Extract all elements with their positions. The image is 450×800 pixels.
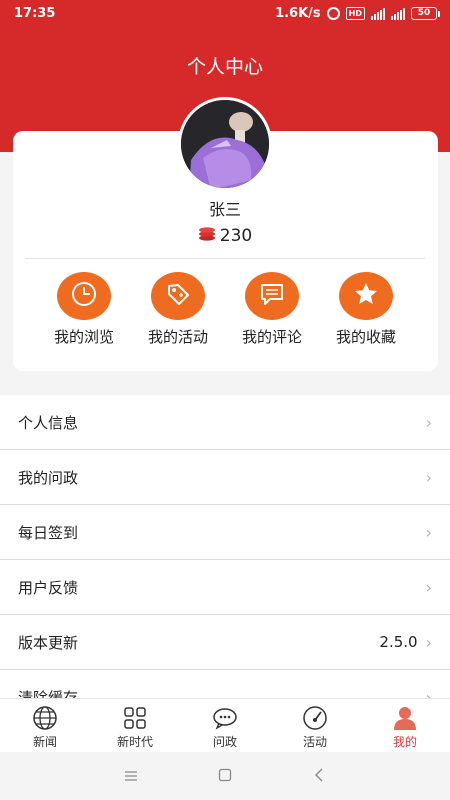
grid-icon <box>121 705 149 731</box>
quick-link-label: 我的评论 <box>241 328 302 346</box>
globe-icon <box>31 705 59 731</box>
avatar[interactable] <box>178 97 272 191</box>
chat-bubble-icon <box>211 705 239 731</box>
battery-icon: 50 <box>411 7 440 20</box>
gauge-icon <box>301 705 329 731</box>
quick-link-label: 我的活动 <box>147 328 208 346</box>
home-nav-button[interactable] <box>213 764 237 788</box>
status-icons: 1.6K/s HD 50 <box>275 6 440 21</box>
menu-item-personal-info[interactable]: 个人信息 › <box>0 395 450 450</box>
battery-level: 50 <box>411 7 437 20</box>
person-icon <box>391 705 419 731</box>
clock-icon <box>70 280 98 312</box>
menu-item-label: 用户反馈 <box>18 578 79 597</box>
quick-link-activity[interactable]: 我的活动 <box>131 272 225 347</box>
quick-link-label: 我的收藏 <box>335 328 396 346</box>
menu-item-label: 个人信息 <box>18 413 79 432</box>
menu-nav-button[interactable] <box>119 764 143 788</box>
quick-link-comments[interactable]: 我的评论 <box>225 272 319 347</box>
comment-icon <box>258 280 286 312</box>
status-bar: 17:35 1.6K/s HD 50 <box>0 0 450 28</box>
bottom-tab-bar: 新闻 新时代 问政 活动 我的 <box>0 698 450 752</box>
quick-links: 我的浏览 我的活动 我的评论 我的收藏 <box>37 272 413 347</box>
system-nav-bar <box>0 752 450 800</box>
net-speed: 1.6K/s <box>275 6 321 21</box>
square-icon <box>218 767 232 786</box>
status-time: 17:35 <box>14 6 56 21</box>
tab-label: 活动 <box>302 735 327 749</box>
settings-menu: 个人信息 › 我的问政 › 每日签到 › 用户反馈 › 版本更新 2.5.0 ›… <box>0 395 450 725</box>
back-chevron-icon <box>314 767 324 786</box>
tab-inquiry[interactable]: 问政 <box>180 699 270 752</box>
tab-label: 新闻 <box>32 735 57 749</box>
points-value: 230 <box>219 226 253 246</box>
menu-item-daily-checkin[interactable]: 每日签到 › <box>0 505 450 560</box>
signal-icon-2 <box>391 7 405 20</box>
tab-news[interactable]: 新闻 <box>0 699 90 752</box>
back-nav-button[interactable] <box>307 764 331 788</box>
chevron-right-icon: › <box>425 467 432 487</box>
quick-link-browse[interactable]: 我的浏览 <box>37 272 131 347</box>
menu-item-label: 每日签到 <box>18 523 79 542</box>
tab-label: 我的 <box>392 735 417 749</box>
user-name: 张三 <box>208 200 241 219</box>
points-display: 230 <box>0 226 450 246</box>
tab-activities[interactable]: 活动 <box>270 699 360 752</box>
card-divider <box>25 258 425 259</box>
chevron-right-icon: › <box>425 632 432 652</box>
menu-item-feedback[interactable]: 用户反馈 › <box>0 560 450 615</box>
menu-item-my-inquiries[interactable]: 我的问政 › <box>0 450 450 505</box>
tag-icon <box>164 280 192 312</box>
menu-item-label: 版本更新 <box>18 633 79 652</box>
star-icon <box>352 280 380 312</box>
coins-icon <box>198 226 216 246</box>
hd-badge: HD <box>345 7 365 20</box>
signal-icon <box>371 7 385 20</box>
tab-label: 新时代 <box>116 735 153 749</box>
menu-item-label: 我的问政 <box>18 468 79 487</box>
menu-item-version-update[interactable]: 版本更新 2.5.0 › <box>0 615 450 670</box>
quick-link-favorites[interactable]: 我的收藏 <box>319 272 413 347</box>
tab-mine[interactable]: 我的 <box>360 699 450 752</box>
chevron-right-icon: › <box>425 522 432 542</box>
page-title: 个人中心 <box>186 56 263 78</box>
alarm-icon <box>326 7 340 20</box>
version-value: 2.5.0 <box>379 633 418 651</box>
tab-new-era[interactable]: 新时代 <box>90 699 180 752</box>
chevron-right-icon: › <box>425 577 432 597</box>
tab-label: 问政 <box>212 735 237 749</box>
hamburger-icon <box>124 767 138 786</box>
chevron-right-icon: › <box>425 412 432 432</box>
quick-link-label: 我的浏览 <box>53 328 114 346</box>
